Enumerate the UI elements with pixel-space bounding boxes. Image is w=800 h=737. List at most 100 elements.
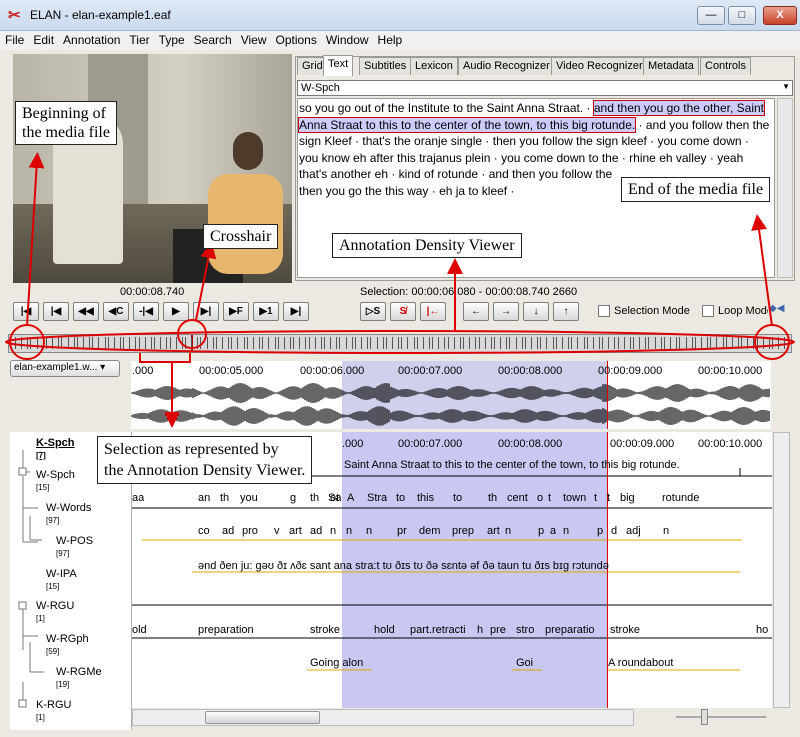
annotation-up-button[interactable]: ↑	[553, 302, 579, 321]
tier-name-w-rgph[interactable]: W-RGph [59]	[46, 633, 89, 658]
annotation-w-pos[interactable]: p	[538, 525, 544, 537]
annotation-w-rgph[interactable]: preparation	[198, 624, 254, 636]
annotation-w-words[interactable]: town	[563, 492, 586, 504]
tier-name-w-words[interactable]: W-Words [97]	[46, 502, 91, 527]
annotation-w-rgme[interactable]: Going alon	[310, 657, 363, 669]
tier-dropdown[interactable]: W-Spch ▼	[297, 80, 793, 96]
annotation-down-button[interactable]: ↓	[523, 302, 549, 321]
tier-name-w-pos[interactable]: W-POS [97]	[56, 535, 93, 560]
maximize-button[interactable]: □	[728, 6, 756, 25]
selection-mode-checkbox[interactable]	[598, 305, 610, 317]
previous-second-button[interactable]: ◀C	[103, 302, 129, 321]
zoom-slider-knob[interactable]	[701, 709, 708, 725]
annotation-w-words[interactable]: Stra	[367, 492, 387, 504]
annotation-w-words[interactable]: th	[310, 492, 319, 504]
annotation-w-rgph[interactable]: ho	[756, 624, 768, 636]
annotation-w-ipa[interactable]: ənd ðen ju: ɡəʊ ðɪ ʌðɛ sant ana stra:t t…	[198, 560, 738, 572]
annotation-w-pos[interactable]: prep	[452, 525, 474, 537]
previous-frame-button[interactable]: |◀	[43, 302, 69, 321]
annotation-w-words[interactable]: A	[347, 492, 354, 504]
annotation-w-rgph[interactable]: stroke	[310, 624, 340, 636]
annotation-w-pos[interactable]: n	[505, 525, 511, 537]
play-selection-button[interactable]: ▷S	[360, 302, 386, 321]
menu-help[interactable]: Help	[373, 31, 407, 47]
annotation-w-pos[interactable]: ad	[310, 525, 322, 537]
annotation-w-words[interactable]: t	[594, 492, 597, 504]
panel-arrows-icon[interactable]: ◆◀	[769, 303, 784, 314]
annotation-w-words[interactable]: aa	[132, 492, 144, 504]
menu-tier[interactable]: Tier	[124, 31, 153, 47]
annotation-w-words[interactable]: to	[396, 492, 405, 504]
previous-annotation-button[interactable]: ←	[463, 302, 489, 321]
menu-options[interactable]: Options	[271, 31, 321, 47]
annotation-w-words[interactable]: cent	[507, 492, 528, 504]
tier-name-k-spch[interactable]: K-Spch [7]	[36, 437, 75, 462]
annotation-w-pos[interactable]: art	[487, 525, 500, 537]
annotation-w-pos[interactable]: pr	[397, 525, 407, 537]
annotation-w-pos[interactable]: p	[597, 525, 603, 537]
annotation-w-rgph[interactable]: hold	[374, 624, 395, 636]
tier-name-w-spch[interactable]: W-Spch [15]	[36, 469, 75, 494]
annotation-w-pos[interactable]: co	[198, 525, 210, 537]
annotation-w-words[interactable]: th	[220, 492, 229, 504]
menu-edit[interactable]: Edit	[28, 31, 58, 47]
menu-type[interactable]: Type	[154, 31, 189, 47]
next-pixel-button[interactable]: ▶|	[193, 302, 219, 321]
tab-subtitles[interactable]: Subtitles	[359, 57, 412, 75]
annotation-w-pos[interactable]: n	[663, 525, 669, 537]
annotation-w-rgph[interactable]: stroke	[610, 624, 640, 636]
previous-pixel-button[interactable]: -|◀	[133, 302, 159, 321]
menu-window[interactable]: Window	[321, 31, 373, 47]
forward-button[interactable]: ▶F	[223, 302, 249, 321]
next-annotation-button[interactable]: →	[493, 302, 519, 321]
annotation-w-pos[interactable]: a	[550, 525, 556, 537]
annotation-w-words[interactable]: th	[488, 492, 497, 504]
tab-metadata[interactable]: Metadata	[643, 57, 699, 75]
menu-search[interactable]: Search	[189, 31, 236, 47]
play-button[interactable]: ▶	[163, 302, 189, 321]
annotation-w-words[interactable]: rotunde	[662, 492, 699, 504]
highlighted-annotation[interactable]: and then you go the other, Saint	[592, 100, 766, 116]
annotation-w-rgph[interactable]: part.retracti	[410, 624, 466, 636]
tab-controls[interactable]: Controls	[700, 57, 751, 75]
go-to-begin-button[interactable]: |◀	[13, 302, 39, 321]
loop-mode-checkbox[interactable]	[702, 305, 714, 317]
tier-name-w-rgu[interactable]: W-RGU [1]	[36, 600, 74, 625]
annotation-w-pos[interactable]: v	[274, 525, 280, 537]
text-scrollbar[interactable]	[777, 98, 793, 278]
close-button[interactable]: X	[763, 6, 797, 25]
media-file-dropdown[interactable]: elan-example1.w... ▾	[10, 360, 120, 377]
annotation-w-spch[interactable]: Saint Anna Straat to this to the center …	[344, 459, 740, 471]
menu-file[interactable]: File	[0, 31, 28, 47]
annotation-w-words[interactable]: Sa	[328, 492, 341, 504]
annotation-w-rgme[interactable]: A roundabout	[608, 657, 673, 669]
annotation-w-words[interactable]: t	[548, 492, 551, 504]
tab-lexicon[interactable]: Lexicon	[410, 57, 458, 75]
annotation-w-rgph[interactable]: preparatio	[545, 624, 595, 636]
menu-annotation[interactable]: Annotation	[58, 31, 124, 47]
selection-begin-button[interactable]: |←	[420, 302, 446, 321]
annotation-w-pos[interactable]: ad	[222, 525, 234, 537]
go-to-end-button[interactable]: ▶|	[283, 302, 309, 321]
minimize-button[interactable]: —	[697, 6, 725, 25]
annotation-density-viewer[interactable]	[8, 334, 792, 353]
scrollbar-thumb[interactable]	[205, 711, 320, 724]
tier-name-w-ipa[interactable]: W-IPA [15]	[46, 568, 77, 593]
annotation-w-rgme[interactable]: Goi	[516, 657, 533, 669]
next-frame-button[interactable]: ▶1	[253, 302, 279, 321]
annotation-w-rgph[interactable]: h	[477, 624, 483, 636]
annotation-w-pos[interactable]: n	[563, 525, 569, 537]
tier-name-w-rgme[interactable]: W-RGMe [19]	[56, 666, 102, 691]
annotation-w-words[interactable]: o	[537, 492, 543, 504]
tab-audio-recognizer[interactable]: Audio Recognizer	[458, 57, 555, 75]
annotation-w-rgph[interactable]: stro	[516, 624, 534, 636]
annotation-w-pos[interactable]: n	[366, 525, 372, 537]
clear-selection-button[interactable]: S̸	[390, 302, 416, 321]
annotation-w-words[interactable]: to	[453, 492, 462, 504]
annotation-w-pos[interactable]: adj	[626, 525, 641, 537]
rewind-button[interactable]: ◀◀	[73, 302, 99, 321]
zoom-slider-track[interactable]	[676, 716, 766, 718]
menu-view[interactable]: View	[236, 31, 271, 47]
timeline-vertical-scrollbar[interactable]	[773, 432, 790, 708]
annotation-w-words[interactable]: an	[198, 492, 210, 504]
